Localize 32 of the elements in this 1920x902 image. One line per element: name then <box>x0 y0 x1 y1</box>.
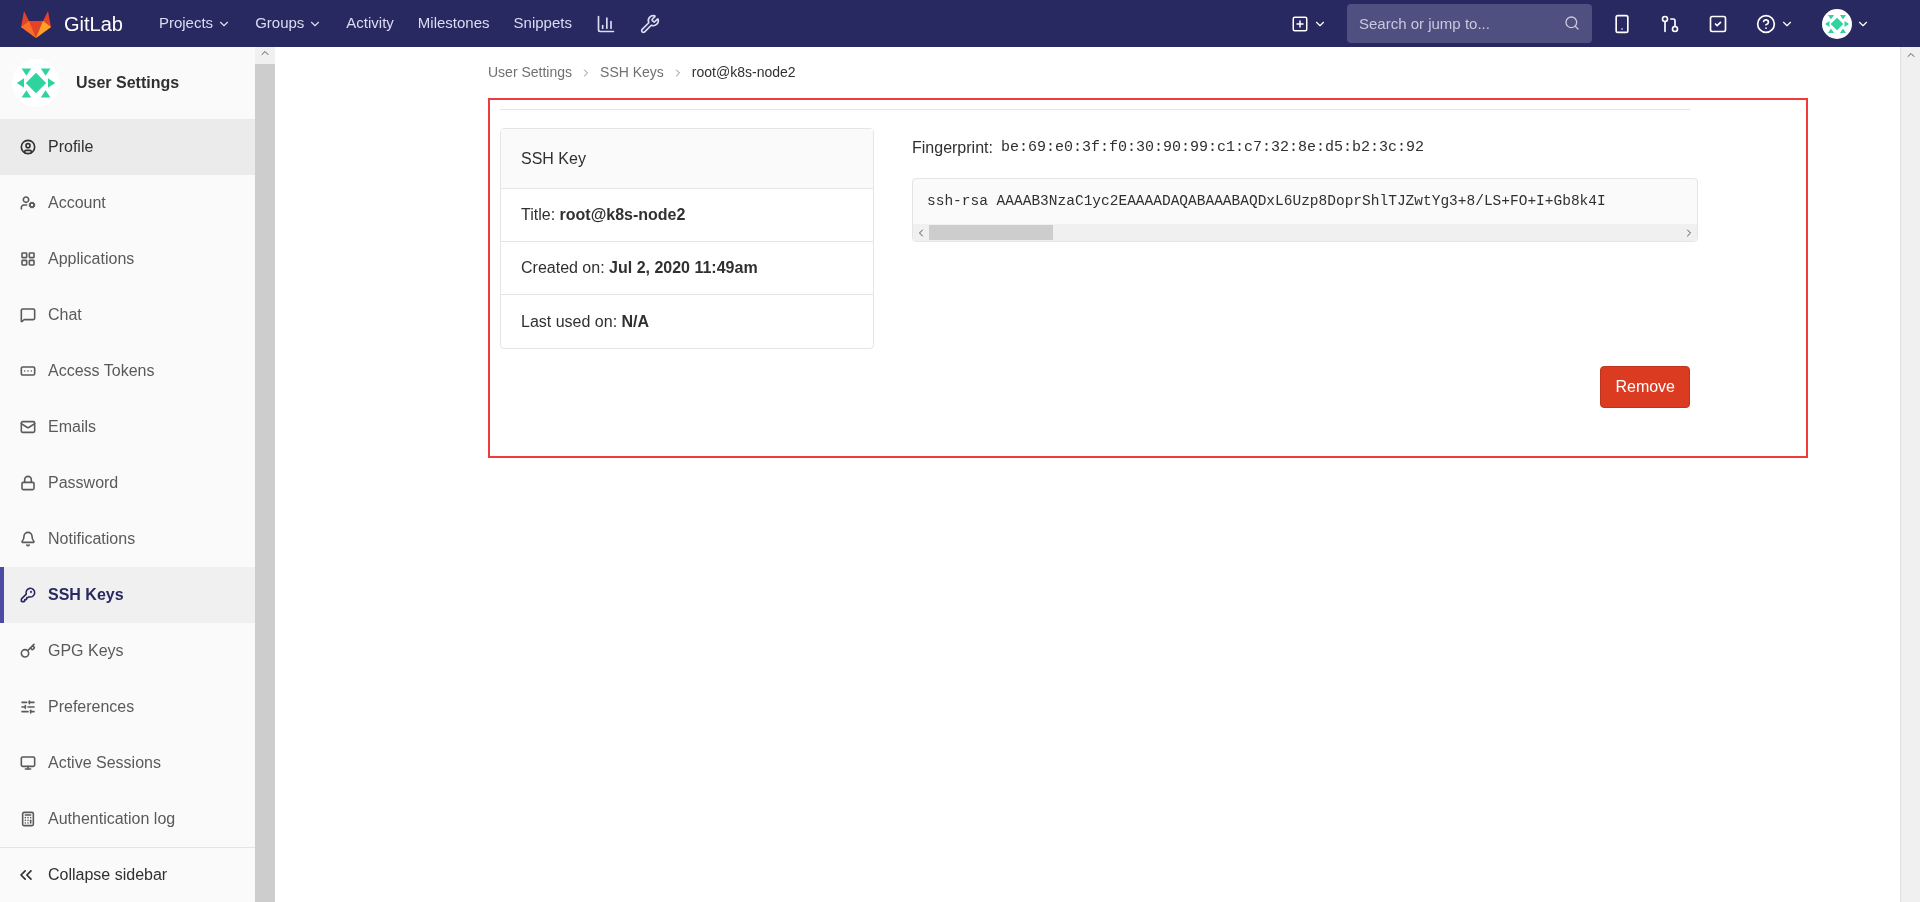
breadcrumb-link[interactable]: root@k8s-node2 <box>691 62 796 83</box>
sidebar-title[interactable]: User Settings <box>76 71 180 95</box>
nav-link[interactable]: Activity <box>346 12 394 35</box>
sidebar-item[interactable]: Applications <box>0 231 255 287</box>
key-detail: Last used on: N/A <box>521 311 650 332</box>
sidebar-item[interactable]: Account <box>0 175 255 231</box>
key-detail: Created on: Jul 2, 2020 11:49am <box>521 258 758 278</box>
sidebar-item[interactable]: Active Sessions <box>0 735 255 791</box>
sidebar-item[interactable]: Emails <box>0 399 255 455</box>
sidebar-item[interactable]: Notifications <box>0 511 255 567</box>
sidebar-item[interactable]: SSH Keys <box>0 567 255 623</box>
sidebar-item[interactable]: Preferences <box>0 679 255 735</box>
remove-button[interactable]: Remove <box>1600 366 1690 408</box>
fingerprint-value: be:69:e0:3f:f0:30:90:99:c1:c7:32:8e:d5:b2:3c:92 <box>1000 137 1424 158</box>
nav-link[interactable]: Projects <box>158 12 232 35</box>
nav-link[interactable]: Snippets <box>513 12 572 35</box>
public-key-text: ssh-rsa AAAAB3NzaC1yc2EAAAADAQABAAABAQDxL6Uzp8DoprShlTJZwtYg3+8/LS+FO+I+Gb8k4I <box>926 191 1607 211</box>
sidebar-item[interactable]: Profile <box>0 119 255 175</box>
breadcrumb-link[interactable]: SSH Keys <box>600 62 664 83</box>
brand-name[interactable]: GitLab <box>64 8 123 39</box>
breadcrumb-link[interactable]: User Settings <box>488 62 573 83</box>
sidebar-item[interactable]: GPG Keys <box>0 623 255 679</box>
key-detail: Title: root@k8s-node2 <box>521 205 686 225</box>
nav-link[interactable]: Groups <box>255 12 323 35</box>
search-field[interactable]: Search or jump to... <box>1347 4 1592 43</box>
sidebar-item[interactable]: Password <box>0 455 255 511</box>
sidebar-item[interactable]: Access Tokens <box>0 343 255 399</box>
nav-link[interactable]: Milestones <box>417 12 490 35</box>
card-title: SSH Key <box>521 148 586 169</box>
sidebar-item[interactable]: Authentication log <box>0 791 255 847</box>
sidebar-item[interactable]: Chat <box>0 287 255 343</box>
fingerprint-label: Fingerprint: <box>912 138 993 158</box>
